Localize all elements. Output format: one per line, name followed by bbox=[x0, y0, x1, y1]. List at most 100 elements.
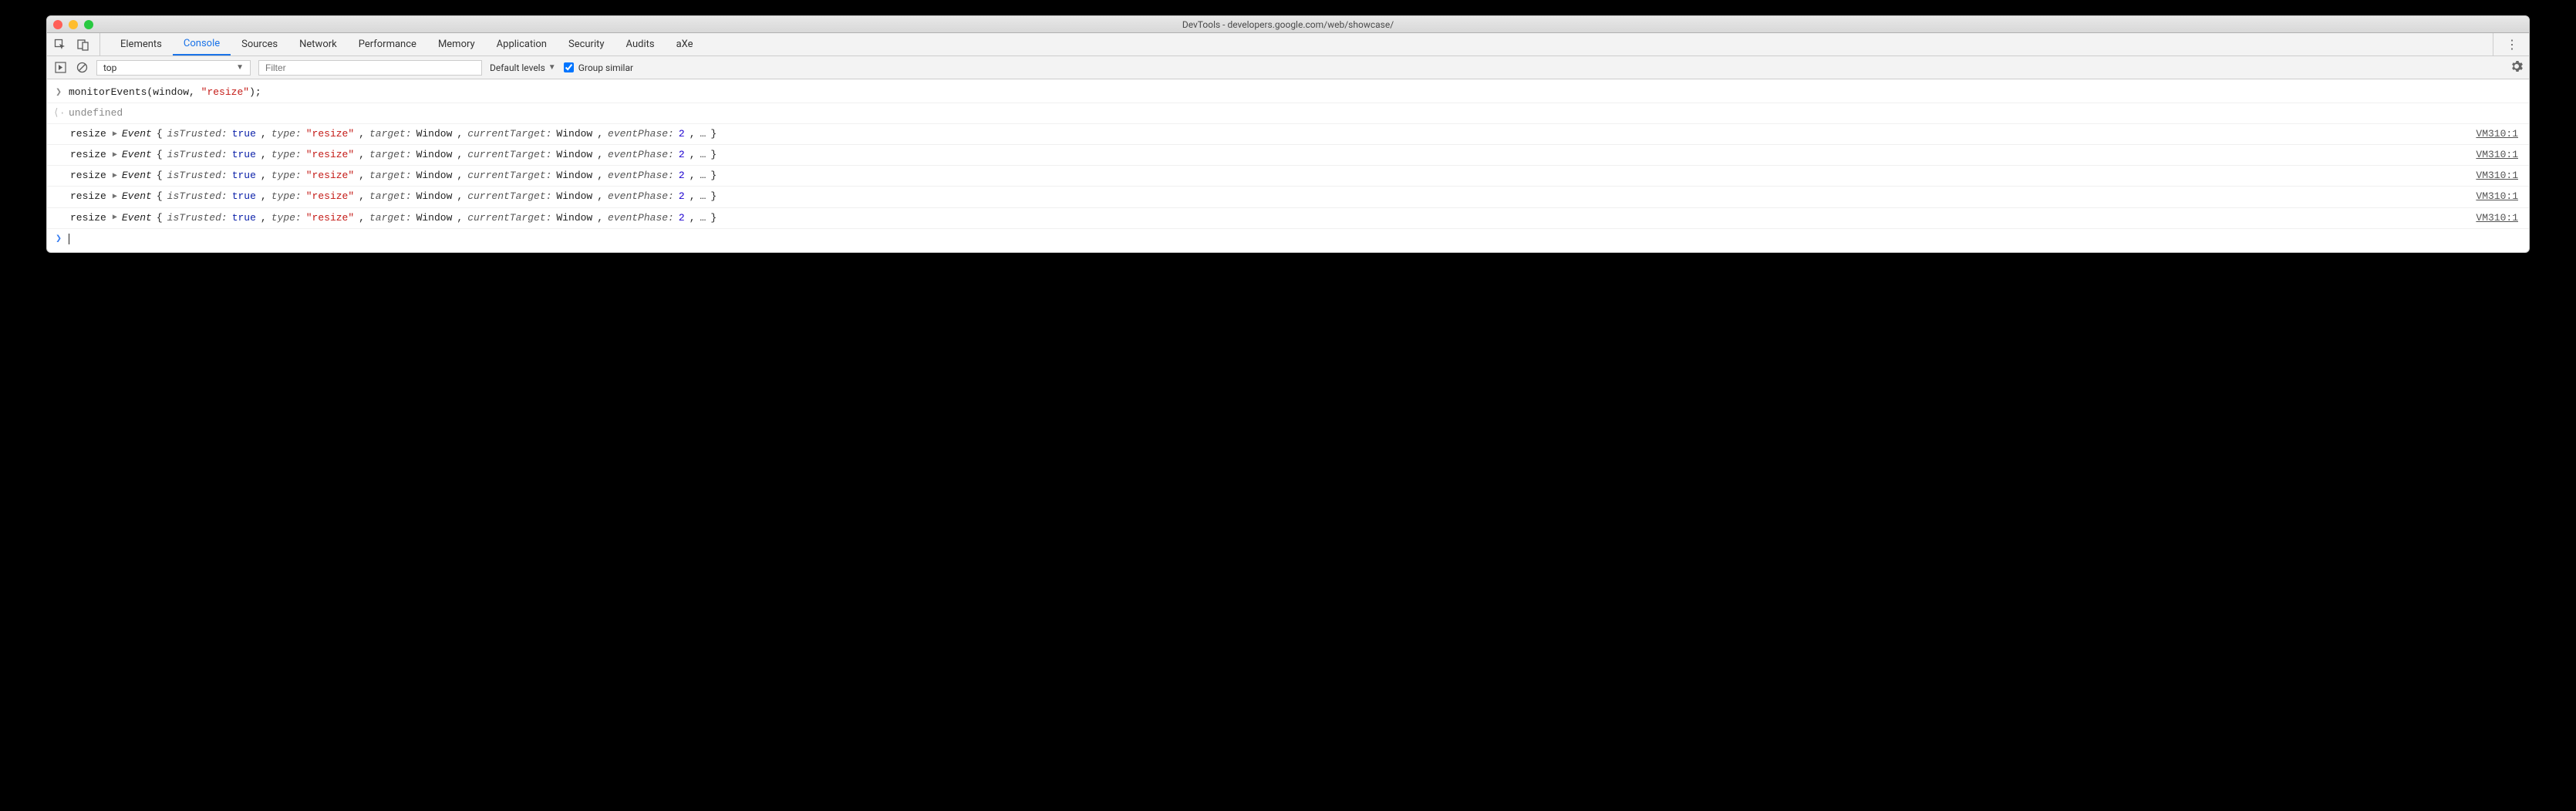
expand-triangle-icon[interactable]: ▶ bbox=[113, 149, 117, 162]
comma: , bbox=[690, 126, 696, 143]
event-prop-value: true bbox=[232, 167, 256, 184]
comma: , bbox=[690, 167, 696, 184]
event-prop-value: true bbox=[232, 210, 256, 227]
ellipsis[interactable]: … bbox=[700, 167, 706, 184]
tab-elements[interactable]: Elements bbox=[110, 33, 173, 56]
event-classname: Event bbox=[122, 146, 152, 163]
event-prop-key: type: bbox=[271, 167, 302, 184]
event-prop-value: Window bbox=[556, 210, 592, 227]
expand-triangle-icon[interactable]: ▶ bbox=[113, 190, 117, 204]
comma: , bbox=[690, 210, 696, 227]
event-prop-key: target: bbox=[369, 167, 412, 184]
tabbar-right: ⋮ bbox=[2493, 33, 2523, 56]
tab-memory[interactable]: Memory bbox=[427, 33, 486, 56]
comma: , bbox=[261, 167, 267, 184]
tab-audits[interactable]: Audits bbox=[615, 33, 666, 56]
comma: , bbox=[690, 188, 696, 205]
event-prop-key: isTrusted: bbox=[167, 126, 228, 143]
event-prop-key: isTrusted: bbox=[167, 188, 228, 205]
tab-security[interactable]: Security bbox=[558, 33, 615, 56]
console-event-row[interactable]: resize▶Event {isTrusted: true, type: "re… bbox=[47, 145, 2529, 166]
toggle-sidebar-icon[interactable] bbox=[53, 61, 67, 75]
source-link[interactable]: VM310:1 bbox=[2476, 126, 2523, 143]
event-prop-key: isTrusted: bbox=[167, 167, 228, 184]
comma: , bbox=[359, 188, 365, 205]
source-link[interactable]: VM310:1 bbox=[2476, 146, 2523, 163]
source-link[interactable]: VM310:1 bbox=[2476, 167, 2523, 184]
event-prop-value: Window bbox=[416, 188, 453, 205]
tabbar-left-icons bbox=[53, 33, 100, 56]
tab-performance[interactable]: Performance bbox=[348, 33, 427, 56]
comma: , bbox=[261, 188, 267, 205]
source-link[interactable]: VM310:1 bbox=[2476, 210, 2523, 227]
event-prop-key: currentTarget: bbox=[467, 188, 551, 205]
minimize-window-button[interactable] bbox=[69, 20, 78, 29]
prompt-marker-icon: ❯ bbox=[53, 231, 64, 247]
event-prop-key: target: bbox=[369, 146, 412, 163]
more-options-icon[interactable]: ⋮ bbox=[2501, 37, 2523, 52]
event-prop-value: Window bbox=[416, 146, 453, 163]
log-levels-selector[interactable]: Default levels ▼ bbox=[490, 62, 556, 73]
ellipsis[interactable]: … bbox=[700, 146, 706, 163]
event-prop-key: eventPhase: bbox=[608, 146, 674, 163]
event-prop-key: target: bbox=[369, 210, 412, 227]
context-selector-value: top bbox=[103, 62, 116, 73]
event-prop-key: eventPhase: bbox=[608, 210, 674, 227]
console-return-value[interactable]: ⟨· undefined bbox=[47, 103, 2529, 124]
comma: , bbox=[457, 188, 463, 205]
input-marker-icon: ❯ bbox=[53, 84, 64, 101]
event-prop-value: Window bbox=[556, 146, 592, 163]
expand-triangle-icon[interactable]: ▶ bbox=[113, 211, 117, 224]
comma: , bbox=[457, 126, 463, 143]
event-prop-key: currentTarget: bbox=[467, 146, 551, 163]
event-prop-key: type: bbox=[271, 188, 302, 205]
tab-network[interactable]: Network bbox=[288, 33, 348, 56]
ellipsis[interactable]: … bbox=[700, 188, 706, 205]
expand-triangle-icon[interactable]: ▶ bbox=[113, 128, 117, 141]
tab-console[interactable]: Console bbox=[173, 33, 231, 56]
event-prop-value: "resize" bbox=[306, 188, 354, 205]
group-similar-toggle[interactable]: Group similar bbox=[564, 62, 633, 73]
comma: , bbox=[457, 146, 463, 163]
expand-triangle-icon[interactable]: ▶ bbox=[113, 170, 117, 183]
tabbar: ElementsConsoleSourcesNetworkPerformance… bbox=[47, 33, 2529, 56]
device-toggle-icon[interactable] bbox=[76, 38, 90, 52]
clear-console-icon[interactable] bbox=[75, 61, 89, 75]
close-window-button[interactable] bbox=[53, 20, 62, 29]
event-prop-key: target: bbox=[369, 188, 412, 205]
console-output[interactable]: ❯ monitorEvents(window, "resize"); ⟨· un… bbox=[47, 79, 2529, 252]
event-prop-key: isTrusted: bbox=[167, 210, 228, 227]
filter-input[interactable] bbox=[258, 60, 482, 76]
comma: , bbox=[457, 210, 463, 227]
maximize-window-button[interactable] bbox=[84, 20, 93, 29]
tab-axe[interactable]: aXe bbox=[666, 33, 704, 56]
group-similar-checkbox[interactable] bbox=[564, 62, 574, 72]
console-input-history[interactable]: ❯ monitorEvents(window, "resize"); bbox=[47, 82, 2529, 103]
event-prop-value: true bbox=[232, 188, 256, 205]
brace-open: { bbox=[157, 167, 163, 184]
console-event-row[interactable]: resize▶Event {isTrusted: true, type: "re… bbox=[47, 187, 2529, 207]
tab-application[interactable]: Application bbox=[486, 33, 558, 56]
console-event-row[interactable]: resize▶Event {isTrusted: true, type: "re… bbox=[47, 208, 2529, 229]
source-link[interactable]: VM310:1 bbox=[2476, 188, 2523, 205]
titlebar[interactable]: DevTools - developers.google.com/web/sho… bbox=[47, 16, 2529, 33]
event-prop-key: type: bbox=[271, 210, 302, 227]
brace-close: } bbox=[710, 126, 716, 143]
event-label: resize bbox=[70, 210, 106, 227]
tabs-container: ElementsConsoleSourcesNetworkPerformance… bbox=[110, 33, 2493, 56]
inspect-element-icon[interactable] bbox=[53, 38, 67, 52]
event-prop-value: Window bbox=[556, 167, 592, 184]
event-prop-value: "resize" bbox=[306, 210, 354, 227]
console-event-row[interactable]: resize▶Event {isTrusted: true, type: "re… bbox=[47, 124, 2529, 145]
context-selector[interactable]: top ▼ bbox=[96, 60, 251, 76]
ellipsis[interactable]: … bbox=[700, 210, 706, 227]
event-prop-value: true bbox=[232, 146, 256, 163]
console-prompt[interactable]: ❯ bbox=[47, 229, 2529, 249]
tab-sources[interactable]: Sources bbox=[231, 33, 288, 56]
console-event-row[interactable]: resize▶Event {isTrusted: true, type: "re… bbox=[47, 166, 2529, 187]
event-prop-value: true bbox=[232, 126, 256, 143]
brace-open: { bbox=[157, 146, 163, 163]
console-settings-icon[interactable] bbox=[2510, 60, 2523, 76]
ellipsis[interactable]: … bbox=[700, 126, 706, 143]
event-prop-value: Window bbox=[416, 126, 453, 143]
